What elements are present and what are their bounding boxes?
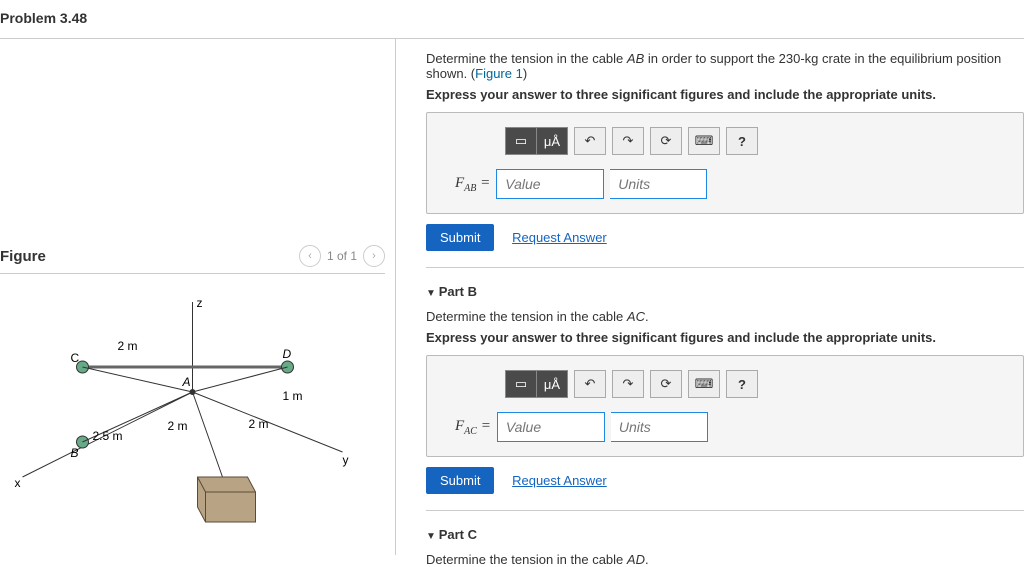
pt-C: C: [71, 351, 80, 365]
figure-pager: ‹ 1 of 1 ›: [299, 245, 385, 267]
partB-header[interactable]: Part B: [426, 284, 1024, 299]
partA-answer-box: ▭ μÅ ↶ ↷ ⟳ ⌨ ? FAB =: [426, 112, 1024, 214]
submit-button-B[interactable]: Submit: [426, 467, 494, 494]
toolbar-A: ▭ μÅ ↶ ↷ ⟳ ⌨ ?: [505, 127, 1005, 155]
undo-icon[interactable]: ↶: [574, 127, 606, 155]
tool-template-icon[interactable]: ▭: [505, 127, 537, 155]
dim-2m-3: 2 m: [249, 417, 269, 431]
reset-icon[interactable]: ⟳: [650, 127, 682, 155]
dim-25m: 2.5 m: [93, 429, 123, 443]
var-FAC: FAC =: [455, 418, 491, 437]
keyboard-icon[interactable]: ⌨: [688, 127, 720, 155]
axis-x: x: [15, 476, 21, 490]
figure-header: Figure: [0, 248, 46, 265]
partB-instruction: Determine the tension in the cable AC.: [426, 309, 1024, 324]
tool-units-icon[interactable]: μÅ: [537, 370, 568, 398]
value-input-A[interactable]: [496, 169, 604, 199]
tool-units-icon[interactable]: μÅ: [537, 127, 568, 155]
value-input-B[interactable]: [497, 412, 605, 442]
pager-prev-button[interactable]: ‹: [299, 245, 321, 267]
redo-icon[interactable]: ↷: [612, 127, 644, 155]
partB-instruction-bold: Express your answer to three significant…: [426, 330, 1024, 345]
pager-text: 1 of 1: [327, 249, 357, 263]
figure-link[interactable]: Figure 1: [475, 66, 523, 81]
undo-icon[interactable]: ↶: [574, 370, 606, 398]
request-answer-A[interactable]: Request Answer: [512, 230, 607, 245]
units-input-A[interactable]: [610, 169, 707, 199]
request-answer-B[interactable]: Request Answer: [512, 473, 607, 488]
submit-button-A[interactable]: Submit: [426, 224, 494, 251]
dim-1m: 1 m: [283, 389, 303, 403]
axis-y: y: [343, 453, 349, 467]
partA-instruction: Determine the tension in the cable AB in…: [426, 51, 1024, 81]
figure-image: z y x C D A B: [0, 292, 385, 542]
reset-icon[interactable]: ⟳: [650, 370, 682, 398]
left-panel: Figure ‹ 1 of 1 › z y x C D: [0, 39, 396, 555]
dim-2m-2: 2 m: [168, 419, 188, 433]
partC-instruction: Determine the tension in the cable AD.: [426, 552, 1024, 567]
partB-answer-box: ▭ μÅ ↶ ↷ ⟳ ⌨ ? FAC =: [426, 355, 1024, 457]
units-input-B[interactable]: [611, 412, 708, 442]
axis-z: z: [197, 296, 203, 310]
tool-template-icon[interactable]: ▭: [505, 370, 537, 398]
partC-header[interactable]: Part C: [426, 527, 1024, 542]
pt-D: D: [283, 347, 292, 361]
dim-2m-1: 2 m: [118, 339, 138, 353]
right-panel: Determine the tension in the cable AB in…: [396, 39, 1024, 555]
problem-title: Problem 3.48: [0, 0, 1024, 39]
hint-button[interactable]: ?: [726, 127, 758, 155]
partA-instruction-bold: Express your answer to three significant…: [426, 87, 1024, 102]
redo-icon[interactable]: ↷: [612, 370, 644, 398]
var-FAB: FAB =: [455, 175, 490, 194]
toolbar-B: ▭ μÅ ↶ ↷ ⟳ ⌨ ?: [505, 370, 1005, 398]
keyboard-icon[interactable]: ⌨: [688, 370, 720, 398]
pt-A: A: [182, 375, 191, 389]
pt-B: B: [71, 446, 79, 460]
hint-button[interactable]: ?: [726, 370, 758, 398]
pager-next-button[interactable]: ›: [363, 245, 385, 267]
